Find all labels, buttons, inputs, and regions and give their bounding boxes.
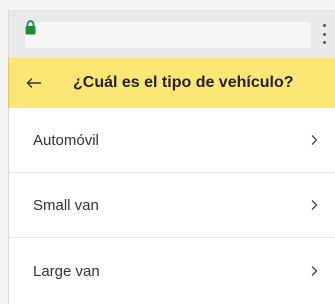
vehicle-option-small-van[interactable]: Small van (9, 173, 335, 238)
app-frame: ¿Cuál es el tipo de vehículo? Automóvil … (0, 0, 335, 304)
vehicle-option-label: Automóvil (33, 131, 99, 149)
chevron-right-icon (311, 200, 318, 210)
chevron-right-icon (311, 266, 318, 276)
browser-toolbar (8, 10, 335, 58)
vehicle-type-list: Automóvil Small van Large van (8, 108, 335, 304)
page-title: ¿Cuál es el tipo de vehículo? (73, 74, 294, 91)
vehicle-option-automovil[interactable]: Automóvil (9, 108, 335, 173)
chevron-right-icon (311, 135, 318, 145)
vehicle-option-large-van[interactable]: Large van (9, 238, 335, 304)
vehicle-option-label: Large van (33, 262, 100, 280)
page-header: ¿Cuál es el tipo de vehículo? (8, 58, 335, 108)
address-bar[interactable] (25, 22, 311, 48)
arrow-left-icon[interactable] (24, 73, 44, 93)
lock-icon (25, 20, 36, 35)
vehicle-option-label: Small van (33, 196, 99, 214)
more-vert-icon[interactable] (321, 24, 327, 44)
